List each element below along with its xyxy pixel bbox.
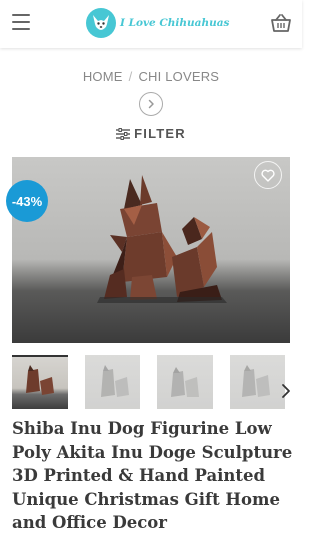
filter-sliders-icon [116, 128, 131, 140]
filter-button[interactable]: FILTER [0, 126, 302, 141]
chevron-right-circle-icon[interactable] [139, 92, 163, 116]
product-thumbnail[interactable] [157, 355, 213, 409]
filter-label: FILTER [134, 126, 186, 141]
dog-figurine-image [97, 175, 227, 303]
product-thumbnail[interactable] [84, 355, 140, 409]
breadcrumb-category-link[interactable]: CHI LOVERS [138, 69, 219, 84]
site-header: I Love Chihuahuas [0, 0, 302, 48]
breadcrumb: HOME / CHI LOVERS [0, 69, 302, 84]
product-main-image[interactable] [12, 157, 290, 343]
chihuahua-logo-icon [86, 8, 116, 38]
product-title: Shiba Inu Dog Figurine Low Poly Akita In… [12, 419, 293, 533]
breadcrumb-home-link[interactable]: HOME [83, 69, 123, 84]
hamburger-menu-icon[interactable] [12, 14, 30, 30]
site-logo[interactable]: I Love Chihuahuas [86, 6, 229, 40]
product-thumbnail[interactable] [229, 355, 285, 409]
basket-icon[interactable] [270, 12, 292, 34]
chevron-right-icon[interactable] [280, 383, 292, 399]
product-thumbnails [12, 355, 302, 409]
breadcrumb-separator: / [128, 69, 133, 84]
sale-badge: -43% [6, 180, 48, 222]
product-thumbnail[interactable] [12, 355, 68, 409]
logo-text: I Love Chihuahuas [120, 17, 230, 29]
heart-icon[interactable] [254, 161, 282, 189]
